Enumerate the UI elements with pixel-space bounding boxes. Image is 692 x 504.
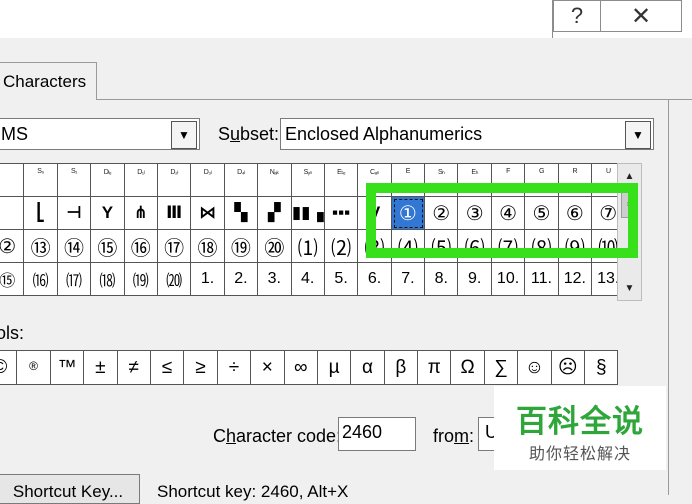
character-cell[interactable]: 11.	[525, 263, 559, 296]
character-cell[interactable]: D₄ₗ	[224, 164, 259, 197]
character-cell[interactable]: ⑳	[258, 230, 292, 263]
recent-symbol-cell[interactable]: ∞	[284, 351, 318, 385]
recent-symbol-cell[interactable]: ™	[50, 351, 85, 385]
character-cell[interactable]: Ⅲ	[157, 197, 192, 230]
character-cell[interactable]: 2.	[224, 263, 259, 296]
shortcut-key-text: Shortcut key: 2460, Alt+X	[157, 482, 349, 501]
font-value: MS	[1, 123, 28, 144]
character-cell[interactable]: ▪▪▪	[324, 197, 359, 230]
character-cell[interactable]: ▗▘	[258, 197, 292, 230]
recent-symbol-cell[interactable]: ÷	[217, 351, 252, 385]
recent-symbol-cell[interactable]: ☺	[518, 351, 552, 385]
character-cell[interactable]: ⋔	[124, 197, 158, 230]
character-cell[interactable]: 7.	[391, 263, 426, 296]
character-cell[interactable]: 1.	[191, 263, 225, 296]
character-cell[interactable]: Eₜₑ	[324, 164, 359, 197]
recent-symbol-cell[interactable]: ☹	[551, 351, 586, 385]
chevron-down-icon[interactable]: ▼	[171, 121, 197, 149]
character-cell[interactable]: ⒄	[57, 263, 92, 296]
character-cell[interactable]: Sᵧₙ	[291, 164, 325, 197]
character-cell[interactable]: D₂ₗ	[157, 164, 192, 197]
panel-border	[668, 99, 669, 495]
recent-symbol-cell[interactable]: ≥	[184, 351, 218, 385]
character-cell[interactable]: ⑵	[324, 230, 359, 263]
character-cell[interactable]: ⒅	[91, 263, 125, 296]
character-cell[interactable]: S₀	[24, 164, 58, 197]
from-label: from:	[433, 426, 475, 446]
character-cell[interactable]	[0, 197, 25, 230]
character-cell[interactable]: Nₐₖ	[258, 164, 292, 197]
tab-label: Characters	[3, 71, 87, 91]
character-cell[interactable]: ▮▮▗	[291, 197, 325, 230]
character-cell[interactable]: ⊣	[57, 197, 92, 230]
recent-symbol-cell[interactable]: ×	[251, 351, 285, 385]
recent-symbol-cell[interactable]: §	[585, 351, 619, 385]
character-cell[interactable]: 5.	[324, 263, 359, 296]
character-cell[interactable]: ⑯	[124, 230, 158, 263]
watermark-title: 百科全说	[516, 404, 644, 439]
recent-symbol-cell[interactable]: ∑	[484, 351, 519, 385]
character-cell[interactable]: D₃ₗ	[191, 164, 225, 197]
scroll-down-icon[interactable]: ▼	[618, 276, 641, 300]
character-cell[interactable]: 8.	[425, 263, 459, 296]
character-cell[interactable]: D₁ₗ	[124, 164, 158, 197]
shortcut-key-button[interactable]: Shortcut Key...	[0, 474, 140, 504]
character-cell[interactable]: 4.	[291, 263, 325, 296]
character-cell[interactable]: ⑮	[0, 263, 25, 296]
character-cell[interactable]: 6.	[358, 263, 392, 296]
recent-symbols[interactable]: ©®™±≠≤≥÷×∞µαβπΩ∑☺☹§	[0, 350, 619, 385]
character-cell[interactable]: 10.	[491, 263, 526, 296]
recent-symbol-cell[interactable]: β	[384, 351, 419, 385]
watermark-subtitle: 助你轻松解决	[528, 446, 631, 463]
recent-symbols-label: ols:	[0, 323, 25, 343]
character-code-input[interactable]: 2460	[338, 417, 416, 451]
recent-symbol-cell[interactable]: ±	[84, 351, 118, 385]
recent-symbol-cell[interactable]: α	[351, 351, 385, 385]
recent-symbol-cell[interactable]: ≤	[150, 351, 185, 385]
recent-symbol-cell[interactable]: ≠	[117, 351, 151, 385]
character-cell[interactable]	[0, 164, 25, 197]
chevron-down-icon[interactable]: ▼	[625, 121, 651, 149]
close-button[interactable]: ✕	[600, 0, 682, 32]
subset-combo[interactable]: Enclosed Alphanumerics ▼	[280, 118, 654, 150]
character-cell[interactable]: S₁	[57, 164, 92, 197]
subset-label: Subset:	[218, 124, 280, 144]
tab-divider	[0, 99, 692, 100]
watermark-logo: 百科全说 助你轻松解决	[494, 386, 666, 470]
font-combo[interactable]: MS ▼	[0, 118, 200, 150]
character-cell[interactable]: ⒇	[157, 263, 192, 296]
subset-value: Enclosed Alphanumerics	[285, 123, 483, 144]
character-cell[interactable]: ⑴	[291, 230, 325, 263]
recent-symbol-cell[interactable]: Ω	[451, 351, 485, 385]
recent-symbol-cell[interactable]: π	[418, 351, 452, 385]
grid-row: ⑮ ⒃ ⒄ ⒅ ⒆ ⒇ 1. 2. 3. 4. 5. 6. 7. 8. 9. 10. 11. 12. 13.	[0, 263, 626, 296]
character-cell[interactable]: ⑱	[191, 230, 225, 263]
character-cell[interactable]: ⑭	[57, 230, 92, 263]
title-bar: ? ✕	[0, 0, 692, 38]
character-cell[interactable]: ⒃	[24, 263, 58, 296]
character-cell[interactable]: 9.	[458, 263, 492, 296]
character-cell[interactable]: ▚	[224, 197, 259, 230]
recent-symbol-cell[interactable]: µ	[317, 351, 352, 385]
character-code-label: Character code:	[213, 426, 342, 446]
help-button[interactable]: ?	[553, 0, 601, 32]
character-cell[interactable]: 12.	[558, 263, 593, 296]
character-cell[interactable]: Y	[91, 197, 125, 230]
character-cell[interactable]: ⑬	[24, 230, 58, 263]
character-cell[interactable]: ②	[0, 230, 25, 263]
recent-symbol-cell[interactable]: ®	[17, 351, 51, 385]
character-cell[interactable]: ⑮	[91, 230, 125, 263]
recent-symbol-cell[interactable]: ©	[0, 351, 18, 385]
character-cell[interactable]: ⋈	[191, 197, 225, 230]
character-cell[interactable]: ⎣	[24, 197, 58, 230]
highlight-box	[366, 183, 638, 258]
character-cell[interactable]: ⑰	[157, 230, 192, 263]
tab-characters[interactable]: Characters	[0, 62, 97, 100]
character-cell[interactable]: ⑲	[224, 230, 259, 263]
character-cell[interactable]: ⒆	[124, 263, 158, 296]
character-cell[interactable]: 3.	[258, 263, 292, 296]
character-cell[interactable]: Dₗₑ	[91, 164, 125, 197]
